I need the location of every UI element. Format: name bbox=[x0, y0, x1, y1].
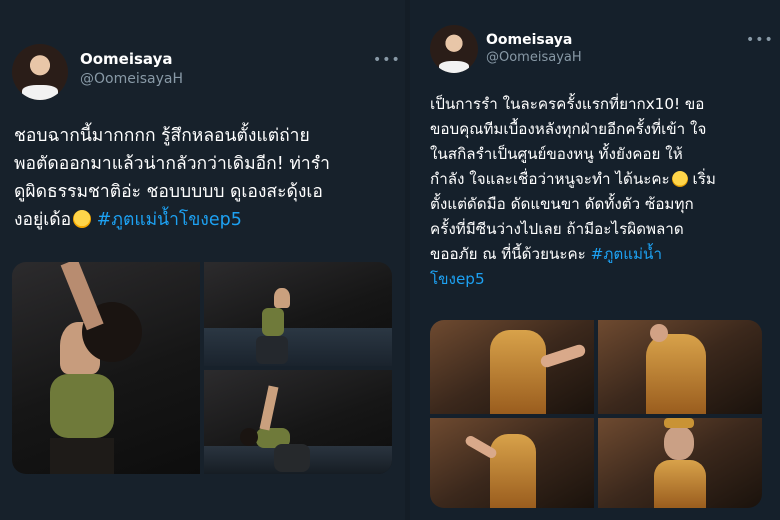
tweet-text-line: ครั้งที่มีซีนว่างไปเลย ถ้ามีอะไรผิดพลาด bbox=[430, 220, 684, 238]
tweet-text-line: พอตัดออกมาแล้วน่ากลัวกว่าเดิมอีก! ท่ารำ bbox=[14, 154, 330, 174]
tweet-text-line: เป็นการรำ ในละครครั้งแรกที่ยากx10! ขอ bbox=[430, 95, 705, 113]
tweet-text-fragment: เริ่ม bbox=[687, 170, 716, 188]
tweet-photo-4[interactable] bbox=[598, 418, 762, 508]
hashtag-link[interactable]: #ภูตแม่น้ำ bbox=[591, 245, 662, 263]
tweet-text: เป็นการรำ ในละครครั้งแรกที่ยากx10! ขอ ขอ… bbox=[430, 92, 716, 292]
user-handle[interactable]: @OomeisayaH bbox=[486, 50, 582, 65]
tweet-photo-1[interactable] bbox=[430, 320, 594, 414]
laughing-emoji-icon bbox=[73, 210, 92, 228]
tweet-text-line: ขออภัย ณ ที่นี้ด้วยนะคะ bbox=[430, 245, 586, 263]
tweet-text-line: ตั้งแต่ดัดมือ ดัดแขนขา ดัดทั้งตัว ซ้อมทุ… bbox=[430, 195, 694, 213]
tweet-text-line: ในสกิลรำเป็นศูนย์ของหนู ทั้งยังคอย ให้ bbox=[430, 145, 683, 163]
tweet-text: ชอบฉากนี้มากกกก รู้สึกหลอนตั้งแต่ถ่าย พอ… bbox=[14, 122, 330, 234]
tweet-text-line: ดูผิดธรรมชาติอ่ะ ชอบบบบบ ดูเองสะดุ้งเอ bbox=[14, 182, 323, 202]
tweet-photo-1[interactable] bbox=[12, 262, 200, 474]
tweet-photo-2[interactable] bbox=[598, 320, 762, 414]
pleading-emoji-icon bbox=[671, 171, 688, 187]
tweet-photo-2[interactable] bbox=[204, 262, 392, 366]
tweet-text-line: งอยู่เด้อ bbox=[14, 210, 72, 230]
hashtag-link[interactable]: #ภูตแม่น้ำโขงep5 bbox=[97, 210, 242, 230]
tweet-text-line: ชอบฉากนี้มากกกก รู้สึกหลอนตั้งแต่ถ่าย bbox=[14, 126, 310, 146]
avatar[interactable] bbox=[430, 25, 478, 73]
avatar[interactable] bbox=[12, 44, 68, 100]
hashtag-link-continued[interactable]: โขงep5 bbox=[430, 267, 716, 292]
user-handle[interactable]: @OomeisayaH bbox=[80, 71, 183, 87]
tweet-photo-3[interactable] bbox=[204, 370, 392, 474]
tweet-photo-3[interactable] bbox=[430, 418, 594, 508]
tweet-text-line: กำลัง ใจและเชื่อว่าหนูจะทำ ได้นะคะ bbox=[430, 170, 670, 188]
display-name[interactable]: Oomeisaya bbox=[80, 50, 173, 68]
tweet-text-line: ขอบคุณทีมเบื้องหลังทุกฝ่ายอีกครั้งที่เข้… bbox=[430, 120, 707, 138]
display-name[interactable]: Oomeisaya bbox=[486, 32, 572, 48]
more-options-icon[interactable] bbox=[373, 55, 391, 65]
more-options-icon[interactable] bbox=[746, 35, 764, 45]
